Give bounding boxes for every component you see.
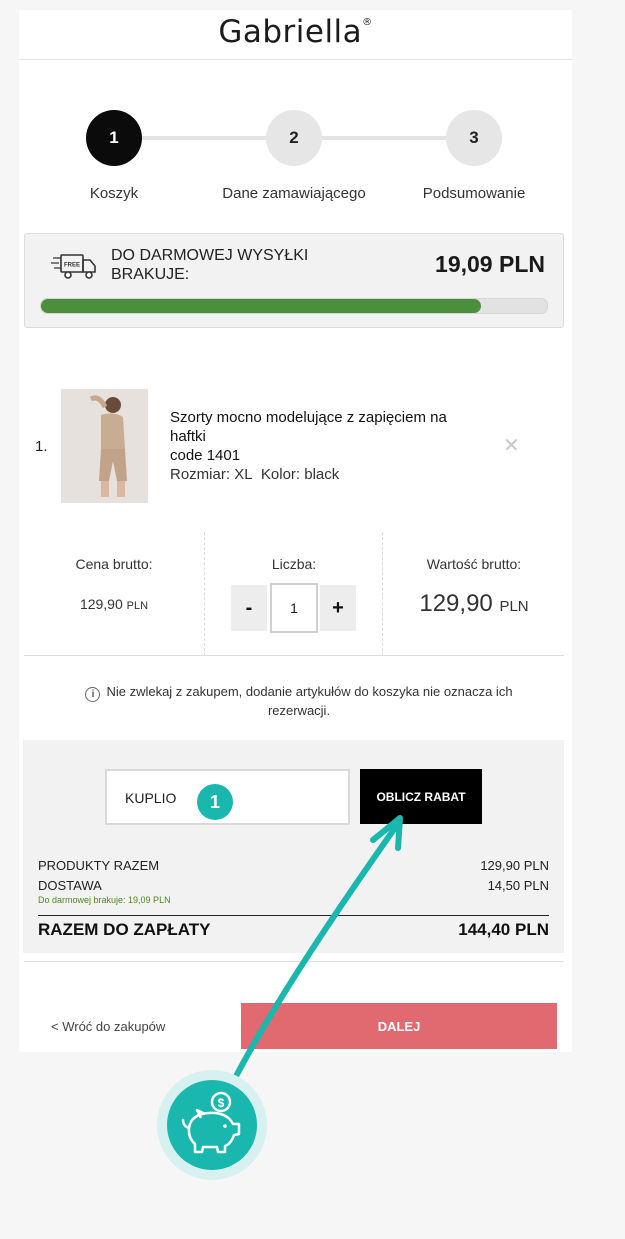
svg-text:$: $ [218,1096,225,1110]
annotation-arrow-icon [229,815,403,1087]
savings-badge-inner: $ [167,1080,257,1170]
piggy-bank-icon: $ [181,1091,241,1154]
